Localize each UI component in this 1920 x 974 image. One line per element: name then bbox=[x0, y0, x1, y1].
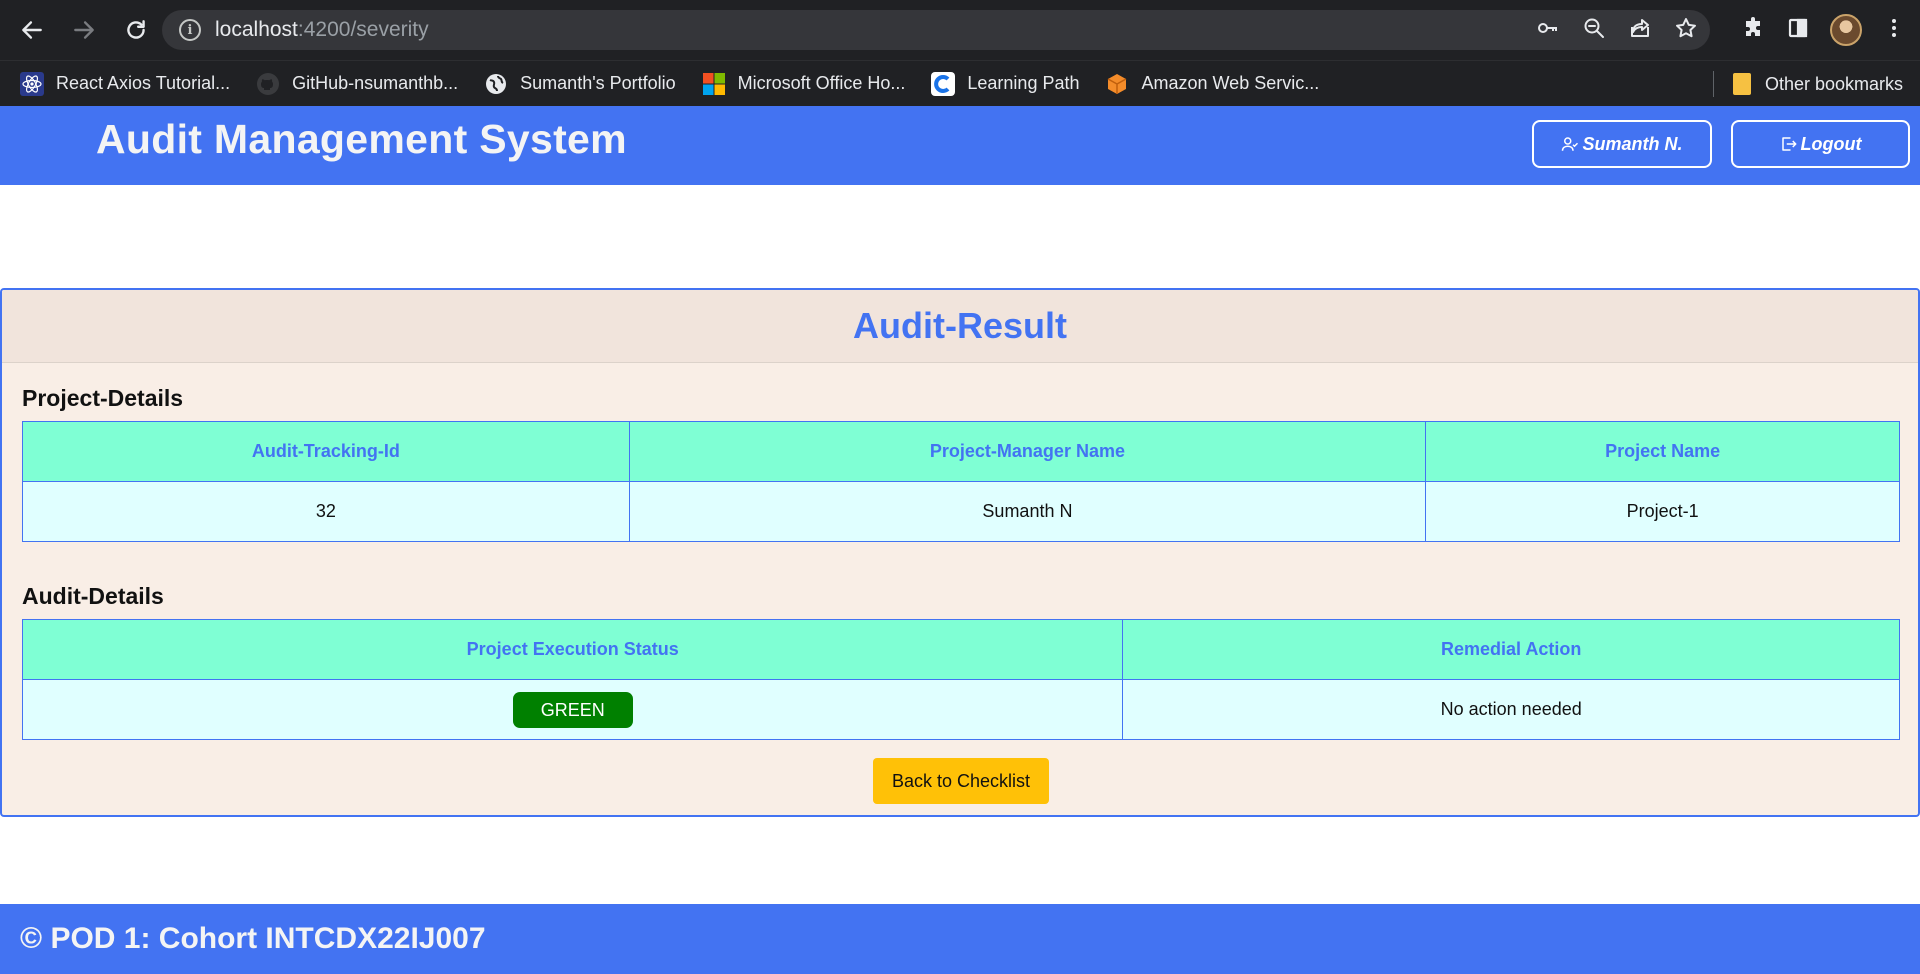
browser-toolbar: i localhost:4200/severity bbox=[0, 0, 1920, 60]
reload-icon[interactable] bbox=[116, 10, 156, 50]
audit-details-table: Project Execution Status Remedial Action… bbox=[21, 619, 1900, 740]
table-row: 32 Sumanth N Project-1 bbox=[22, 481, 1900, 542]
project-name-cell: Project-1 bbox=[1425, 481, 1900, 542]
globe-icon bbox=[484, 72, 508, 96]
project-details-heading: Project-Details bbox=[22, 385, 184, 411]
other-bookmarks-label: Other bookmarks bbox=[1765, 73, 1904, 94]
user-name-label: Sumanth N. bbox=[1582, 133, 1683, 154]
audit-result-card: Audit-Result Project-Details Audit-Track… bbox=[0, 288, 1920, 817]
bookmark-github[interactable]: GitHub-nsumanthb... bbox=[256, 72, 458, 96]
forward-arrow-icon[interactable] bbox=[64, 10, 104, 50]
other-bookmarks[interactable]: Other bookmarks bbox=[1733, 61, 1903, 107]
bookmark-label: Microsoft Office Ho... bbox=[737, 73, 906, 93]
table-header-row: Project Execution Status Remedial Action bbox=[21, 619, 1900, 680]
site-info-icon[interactable]: i bbox=[179, 19, 201, 41]
key-icon[interactable] bbox=[1536, 16, 1560, 45]
remedial-action-cell: No action needed bbox=[1122, 679, 1900, 740]
logout-icon bbox=[1781, 137, 1796, 151]
extensions-puzzle-icon[interactable] bbox=[1742, 16, 1766, 45]
logout-label: Logout bbox=[1800, 133, 1862, 154]
bookmark-microsoft-office[interactable]: Microsoft Office Ho... bbox=[702, 72, 906, 96]
column-header: Project-Manager Name bbox=[628, 421, 1427, 482]
footer-text: © POD 1: Cohort INTCDX22IJ007 bbox=[20, 922, 486, 955]
url-path: :4200/severity bbox=[297, 18, 429, 41]
execution-status-cell: GREEN bbox=[21, 679, 1124, 740]
logout-button[interactable]: Logout bbox=[1731, 120, 1910, 168]
back-arrow-icon[interactable] bbox=[12, 10, 52, 50]
card-header: Audit-Result bbox=[2, 290, 1918, 363]
react-logo-icon bbox=[20, 71, 44, 96]
bookmark-divider bbox=[1713, 71, 1714, 97]
bookmark-label: GitHub-nsumanthb... bbox=[292, 73, 459, 93]
address-bar[interactable]: i localhost:4200/severity bbox=[162, 10, 1710, 50]
project-details-table: Audit-Tracking-Id Project-Manager Name P… bbox=[22, 421, 1900, 542]
audit-tracking-id-cell: 32 bbox=[22, 481, 630, 542]
github-logo-icon bbox=[256, 72, 280, 96]
bookmark-star-icon[interactable] bbox=[1674, 16, 1698, 45]
column-header: Project Execution Status bbox=[21, 619, 1124, 680]
bookmark-portfolio[interactable]: Sumanth's Portfolio bbox=[484, 72, 676, 96]
table-row: GREEN No action needed bbox=[21, 679, 1900, 740]
url-host: localhost bbox=[215, 18, 298, 41]
bookmark-label: Learning Path bbox=[967, 73, 1080, 93]
side-panel-icon[interactable] bbox=[1786, 16, 1810, 45]
user-icon bbox=[1562, 137, 1579, 151]
share-icon[interactable] bbox=[1628, 16, 1652, 45]
back-to-checklist-button[interactable]: Back to Checklist bbox=[873, 758, 1049, 804]
page-footer: © POD 1: Cohort INTCDX22IJ007 bbox=[0, 904, 1920, 974]
bookmark-label: React Axios Tutorial... bbox=[56, 73, 231, 93]
user-profile-button[interactable]: Sumanth N. bbox=[1532, 120, 1712, 168]
profile-avatar[interactable] bbox=[1830, 14, 1862, 46]
microsoft-logo-icon bbox=[702, 72, 726, 96]
app-header: Audit Management System Sumanth N. Logou… bbox=[0, 106, 1920, 185]
kebab-menu-icon[interactable] bbox=[1882, 16, 1906, 45]
audit-details-heading: Audit-Details bbox=[22, 583, 164, 609]
bookmark-label: Sumanth's Portfolio bbox=[520, 73, 676, 93]
table-header-row: Audit-Tracking-Id Project-Manager Name P… bbox=[22, 421, 1900, 482]
bookmark-aws[interactable]: Amazon Web Servic... bbox=[1105, 72, 1319, 96]
aws-cube-icon bbox=[1105, 72, 1129, 96]
project-manager-cell: Sumanth N bbox=[628, 481, 1427, 542]
zoom-out-icon[interactable] bbox=[1582, 16, 1606, 45]
column-header: Project Name bbox=[1425, 421, 1900, 482]
status-badge: GREEN bbox=[512, 691, 633, 728]
card-title: Audit-Result bbox=[853, 305, 1067, 346]
url-text[interactable]: localhost:4200/severity bbox=[215, 18, 429, 42]
bookmarks-bar: React Axios Tutorial... GitHub-nsumanthb… bbox=[0, 60, 1920, 106]
column-header: Audit-Tracking-Id bbox=[22, 421, 630, 482]
bookmark-react-axios[interactable]: React Axios Tutorial... bbox=[20, 71, 231, 96]
bookmark-label: Amazon Web Servic... bbox=[1141, 73, 1320, 93]
app-title: Audit Management System bbox=[96, 116, 627, 162]
bookmark-learning-path[interactable]: Learning Path bbox=[931, 71, 1080, 96]
column-header: Remedial Action bbox=[1122, 619, 1900, 680]
folder-icon bbox=[1733, 73, 1751, 95]
learning-path-icon bbox=[931, 71, 956, 96]
